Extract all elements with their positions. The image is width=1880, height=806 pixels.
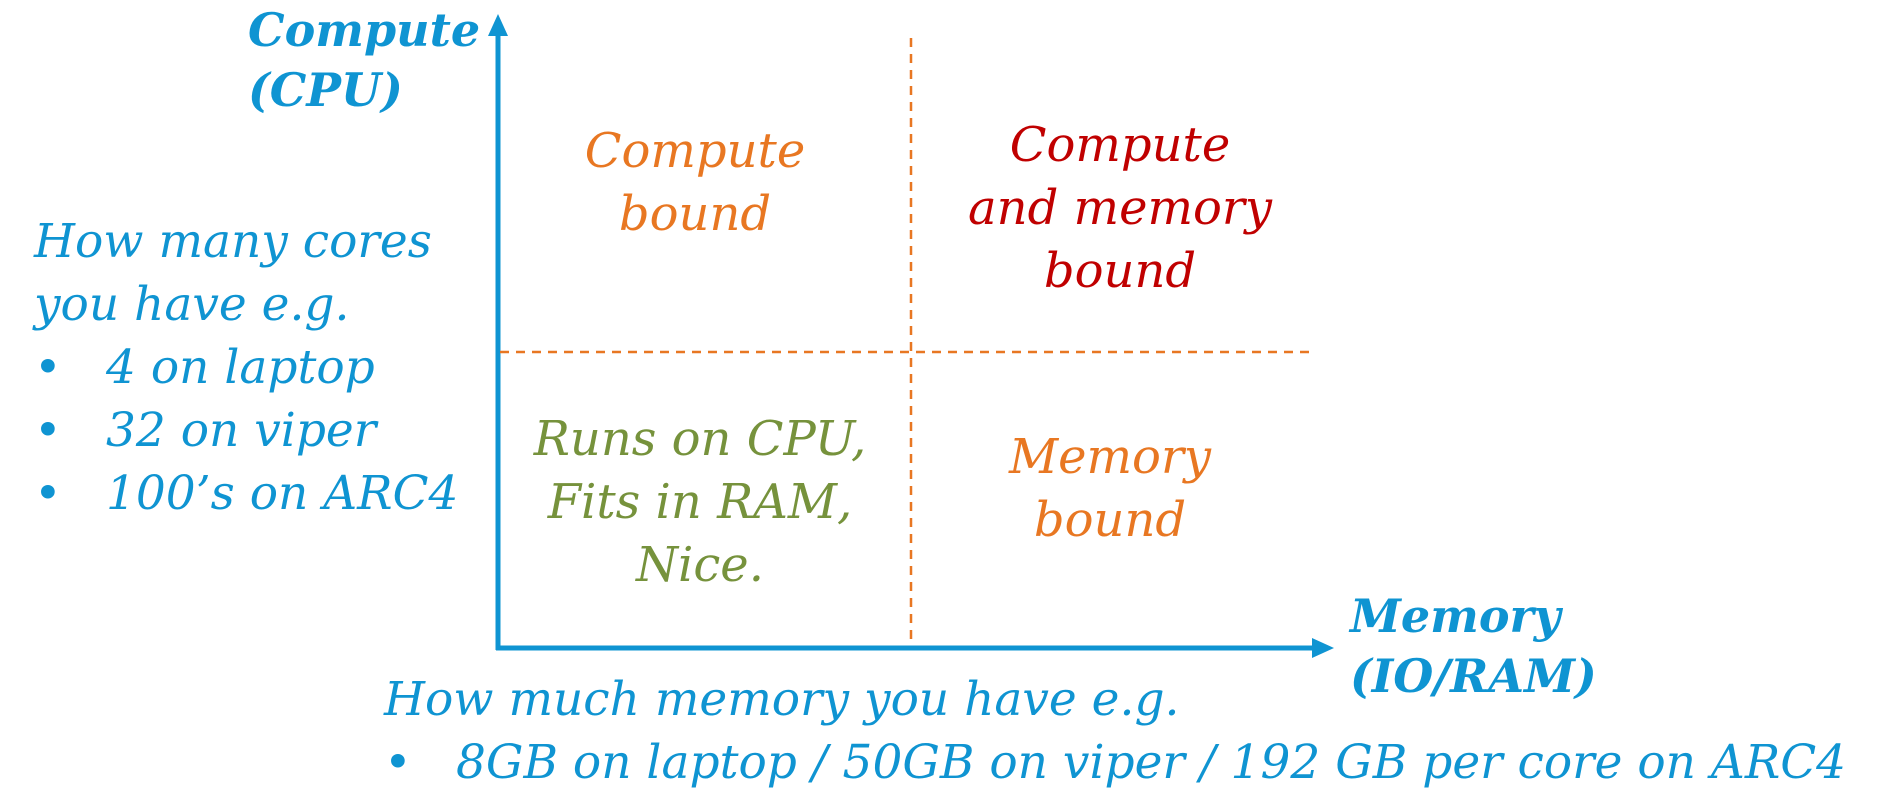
quadrant-compute-bound: Compute bound <box>560 120 830 246</box>
quadrant-compute-and-memory-bound: Compute and memory bound <box>955 114 1285 303</box>
list-item-text: 4 on laptop <box>106 340 375 395</box>
quadrant-line: bound <box>1033 492 1187 548</box>
cores-note-intro-line1: How many cores <box>34 214 432 269</box>
x-axis-title-line1: Memory <box>1350 589 1561 643</box>
memory-note: How much memory you have e.g. • 8GB on l… <box>384 668 1846 794</box>
list-item: • 8GB on laptop / 50GB on viper / 192 GB… <box>384 731 1846 794</box>
bullet-icon: • <box>384 735 412 790</box>
list-item-text: 32 on viper <box>106 403 377 458</box>
list-item-text: 100’s on ARC4 <box>106 466 459 521</box>
bullet-icon: • <box>34 466 62 521</box>
cores-note-intro-line2: you have e.g. <box>34 277 350 332</box>
y-axis-title: Compute (CPU) <box>248 0 480 120</box>
quadrant-line: Runs on CPU, <box>533 411 867 467</box>
bullet-icon: • <box>34 403 62 458</box>
quadrant-line: Compute <box>584 123 806 179</box>
quadrant-line: bound <box>618 186 772 242</box>
quadrant-nice: Runs on CPU, Fits in RAM, Nice. <box>525 408 875 597</box>
bullet-icon: • <box>34 340 62 395</box>
quadrant-line: Nice. <box>636 537 764 593</box>
memory-note-intro: How much memory you have e.g. <box>384 672 1180 727</box>
y-axis-title-line1: Compute <box>248 3 481 57</box>
list-item: • 32 on viper <box>34 399 458 462</box>
quadrant-line: bound <box>1043 243 1197 299</box>
quadrant-diagram: Compute (CPU) Memory (IO/RAM) Compute bo… <box>0 0 1880 806</box>
x-axis-arrowhead <box>1312 638 1334 658</box>
cores-note: How many cores you have e.g. • 4 on lapt… <box>34 210 458 525</box>
y-axis-arrowhead <box>488 14 508 36</box>
quadrant-line: and memory <box>968 180 1272 236</box>
quadrant-line: Memory <box>1008 429 1212 485</box>
quadrant-line: Fits in RAM, <box>547 474 853 530</box>
quadrant-line: Compute <box>1009 117 1231 173</box>
list-item: • 4 on laptop <box>34 336 458 399</box>
quadrant-memory-bound: Memory bound <box>990 426 1230 552</box>
y-axis-title-line2: (CPU) <box>248 63 403 117</box>
list-item: • 100’s on ARC4 <box>34 462 458 525</box>
list-item-text: 8GB on laptop / 50GB on viper / 192 GB p… <box>456 735 1847 790</box>
